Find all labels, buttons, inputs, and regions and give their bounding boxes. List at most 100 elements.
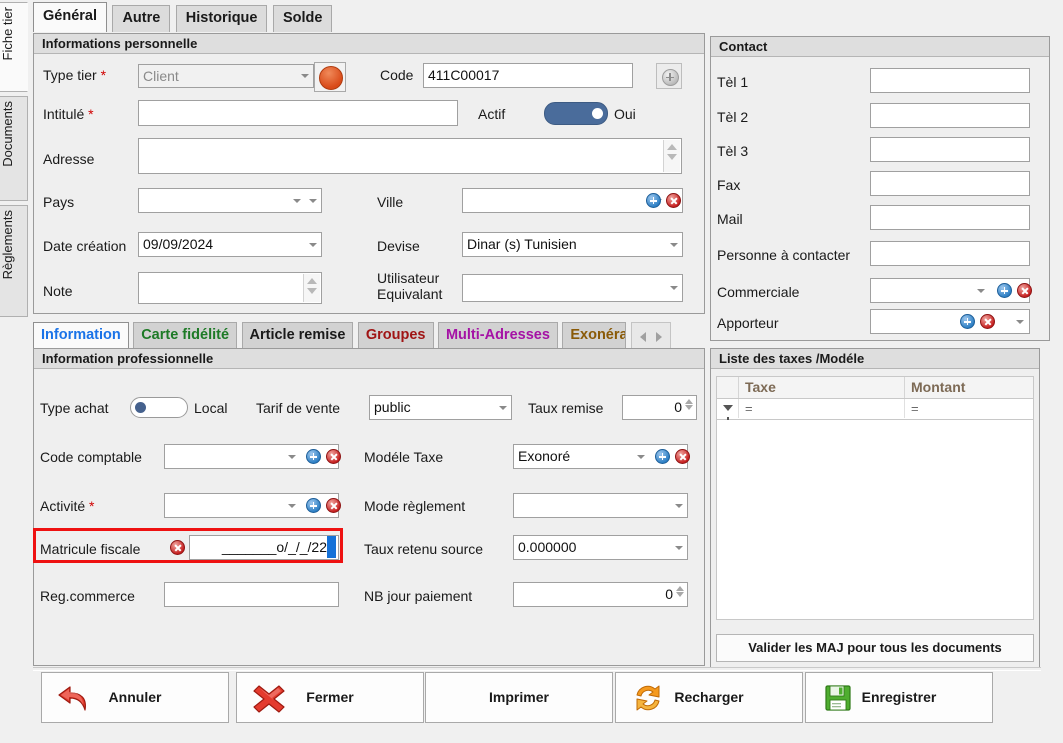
modele-taxe-add-button[interactable]: [655, 449, 670, 464]
adresse-scrollbar[interactable]: [663, 140, 680, 172]
chevron-down-icon-secondary: [1016, 319, 1024, 324]
type-achat-state-label: Local: [194, 400, 228, 416]
adresse-textarea[interactable]: [138, 138, 682, 174]
subtab-information[interactable]: Information: [33, 322, 129, 348]
intitule-input[interactable]: [138, 100, 458, 126]
taux-remise-input[interactable]: 0: [622, 395, 697, 420]
vtab-documents[interactable]: Documents: [0, 96, 28, 201]
tab-autre[interactable]: Autre: [112, 5, 171, 32]
code-comptable-delete-button[interactable]: [326, 449, 341, 464]
mail-input[interactable]: [870, 205, 1030, 230]
vtab-reglements[interactable]: Règlements: [0, 205, 28, 317]
chevron-right-icon[interactable]: [655, 332, 662, 342]
column-header-taxe[interactable]: Taxe: [739, 377, 905, 398]
vtab-fiche-tier[interactable]: Fiche tier: [0, 2, 28, 92]
type-tier-select[interactable]: Client: [138, 64, 314, 88]
modele-taxe-delete-button[interactable]: [675, 449, 690, 464]
pays-label: Pays: [43, 194, 75, 210]
tab-historique[interactable]: Historique: [175, 5, 268, 32]
apporteur-select[interactable]: [870, 309, 1030, 334]
devise-select[interactable]: Dinar (s) Tunisien: [462, 232, 683, 257]
activite-add-button[interactable]: [306, 498, 321, 513]
actif-toggle[interactable]: [544, 102, 608, 125]
matricule-fiscale-input[interactable]: _______o/_/_/22: [189, 535, 339, 560]
type-tier-color-button[interactable]: [314, 62, 346, 92]
imprimer-button-label: Imprimer: [489, 688, 549, 705]
enregistrer-button[interactable]: Enregistrer: [805, 672, 993, 723]
taxes-grid-header: Taxe Montant: [716, 376, 1034, 399]
column-header-montant[interactable]: Montant: [905, 377, 1033, 398]
code-comptable-add-button[interactable]: [306, 449, 321, 464]
code-input[interactable]: 411C00017: [423, 63, 633, 88]
chevron-down-icon: [637, 454, 645, 459]
personal-info-title: Informations personnelle: [34, 34, 704, 54]
taux-retenu-label: Taux retenu source: [364, 541, 484, 557]
top-tab-bar: Général Autre Historique Solde: [33, 2, 333, 32]
subtab-groupes[interactable]: Groupes: [357, 322, 434, 348]
mode-reglement-select[interactable]: [513, 493, 688, 518]
subtab-carte-fidelite[interactable]: Carte fidélité: [133, 322, 238, 348]
chevron-left-icon[interactable]: [639, 332, 646, 342]
date-creation-input[interactable]: 09/09/2024: [138, 232, 322, 257]
nb-jour-stepper[interactable]: [675, 585, 685, 603]
tarif-vente-select[interactable]: public: [369, 395, 512, 420]
commerciale-add-button[interactable]: [997, 283, 1012, 298]
subtab-exoneration[interactable]: Exonéra: [562, 322, 627, 348]
apporteur-delete-button[interactable]: [980, 314, 995, 329]
valider-maj-button[interactable]: Valider les MAJ pour tous les documents: [716, 634, 1034, 662]
apporteur-add-button[interactable]: [960, 314, 975, 329]
chevron-down-icon-secondary: [293, 198, 301, 203]
reg-commerce-input[interactable]: [164, 582, 339, 607]
tel1-label: Tèl 1: [717, 74, 749, 90]
tel3-input[interactable]: [870, 137, 1030, 162]
personne-contacter-input[interactable]: [870, 241, 1030, 266]
type-achat-toggle[interactable]: [130, 397, 188, 418]
tel1-input[interactable]: [870, 68, 1030, 93]
orange-circle-icon: [319, 66, 343, 90]
bottom-separator: [33, 667, 1041, 671]
fiche-tier-window: Fiche tier Documents Règlements Général …: [0, 0, 1063, 743]
subtab-multi-adresses[interactable]: Multi-Adresses: [437, 322, 558, 348]
mail-label: Mail: [717, 211, 743, 227]
ville-add-button[interactable]: [646, 193, 661, 208]
taxes-grid-body[interactable]: [716, 420, 1034, 620]
taux-remise-stepper[interactable]: [684, 398, 694, 416]
funnel-icon: [723, 405, 733, 420]
filter-toggle-cell[interactable]: [717, 399, 739, 420]
scroll-up-icon: [667, 144, 677, 150]
note-scrollbar[interactable]: [303, 274, 320, 302]
taux-retenu-select[interactable]: 0.000000: [513, 535, 688, 560]
code-label: Code: [380, 67, 414, 83]
modele-taxe-value: Exonoré: [518, 448, 571, 464]
pays-select[interactable]: [138, 188, 322, 213]
filter-montant[interactable]: =: [905, 399, 1033, 418]
type-tier-required: *: [100, 67, 107, 83]
nb-jour-paiement-value: 0: [665, 586, 673, 602]
professional-info-title: Information professionnelle: [34, 349, 704, 369]
matricule-fiscale-value: _______o/_/_/22: [221, 539, 327, 555]
fermer-button[interactable]: Fermer: [236, 672, 424, 723]
subtab-article-remise[interactable]: Article remise: [241, 322, 354, 348]
filter-taxe[interactable]: =: [739, 399, 905, 418]
tab-general[interactable]: Général: [33, 2, 107, 32]
utilisateur-equivalant-select[interactable]: [462, 274, 683, 302]
commerciale-delete-button[interactable]: [1017, 283, 1032, 298]
subtab-scroll-buttons[interactable]: [630, 322, 671, 348]
stepper-down-icon: [676, 592, 684, 597]
commerciale-label: Commerciale: [717, 284, 800, 300]
type-achat-label: Type achat: [40, 400, 109, 416]
imprimer-button[interactable]: Imprimer: [425, 672, 613, 723]
annuler-button[interactable]: Annuler: [41, 672, 229, 723]
tel3-label: Tèl 3: [717, 143, 749, 159]
tab-solde[interactable]: Solde: [272, 5, 333, 32]
fax-input[interactable]: [870, 171, 1030, 196]
recharger-button[interactable]: Recharger: [615, 672, 803, 723]
nb-jour-paiement-label: NB jour paiement: [364, 588, 473, 604]
sub-tab-bar: Information Carte fidélité Article remis…: [33, 322, 705, 348]
activite-delete-button[interactable]: [326, 498, 341, 513]
code-globe-button[interactable]: [656, 63, 682, 89]
nb-jour-paiement-input[interactable]: 0: [513, 582, 688, 607]
note-textarea[interactable]: [138, 272, 322, 304]
tel2-input[interactable]: [870, 103, 1030, 128]
ville-delete-button[interactable]: [666, 193, 681, 208]
